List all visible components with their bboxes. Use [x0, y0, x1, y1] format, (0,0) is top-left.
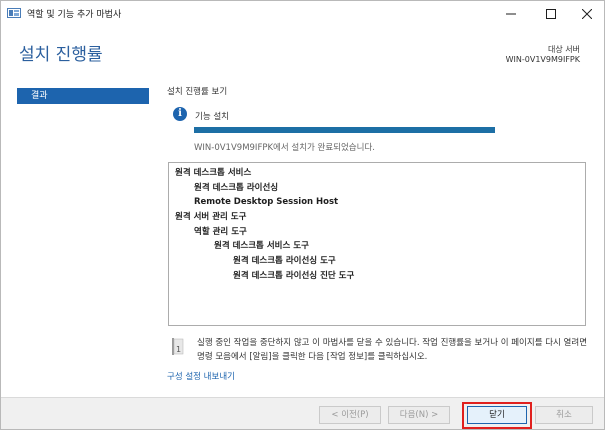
result-item: Remote Desktop Session Host [194, 197, 339, 208]
minimize-icon [506, 13, 516, 14]
close-window-button[interactable] [569, 1, 605, 26]
window-title: 역할 및 기능 추가 마법사 [27, 10, 122, 20]
result-item: 원격 데스크톱 라이선싱 도구 [233, 256, 336, 267]
next-button[interactable]: 다음(N) > [388, 406, 450, 424]
result-item: 원격 데스크톱 라이선싱 [194, 182, 279, 193]
install-progress-bar [194, 127, 495, 133]
wizard-footer: < 이전(P) 다음(N) > 닫기 취소 [1, 397, 604, 429]
result-item: 역할 관리 도구 [194, 226, 247, 237]
page-title: 설치 진행률 [19, 45, 103, 65]
note-flag-icon: 1 [172, 338, 184, 355]
maximize-button[interactable] [533, 1, 569, 26]
cancel-button[interactable]: 취소 [535, 406, 593, 424]
close-button[interactable]: 닫기 [467, 406, 527, 424]
results-page: 설치 진행률 보기 i 기능 설치 WIN-0V1V9M9IFPK에서 설치가 … [161, 77, 604, 397]
feature-install-label: 기능 설치 [195, 112, 229, 122]
target-server-label: 대상 서버 [548, 45, 580, 54]
export-config-link[interactable]: 구성 설정 내보내기 [167, 370, 235, 382]
wizard-window: 역할 및 기능 추가 마법사 설치 진행률 대상 서버 WIN-0V1V9M9I… [0, 0, 605, 430]
installed-features-list[interactable]: 원격 데스크톱 서비스원격 데스크톱 라이선싱 Remote Desktop Se… [168, 162, 586, 326]
info-icon: i [173, 107, 187, 121]
title-bar[interactable]: 역할 및 기능 추가 마법사 [1, 1, 604, 26]
wizard-note: 실행 중인 작업을 중단하지 않고 이 마법사를 닫을 수 있습니다. 작업 진… [197, 338, 588, 362]
result-item: 원격 데스크톱 서비스 [175, 168, 252, 178]
section-title: 설치 진행률 보기 [167, 87, 228, 97]
wizard-header: 설치 진행률 대상 서버 WIN-0V1V9M9IFPK [1, 26, 604, 77]
result-item: 원격 데스크톱 라이선싱 진단 도구 [233, 270, 355, 281]
previous-button[interactable]: < 이전(P) [319, 406, 381, 424]
close-icon [582, 8, 592, 19]
result-item: 원격 서버 관리 도구 [175, 212, 247, 223]
target-server-name: WIN-0V1V9M9IFPK [505, 55, 580, 64]
server-manager-icon [7, 8, 21, 18]
maximize-icon [546, 8, 556, 19]
nav-item-results[interactable]: 결과 [17, 88, 149, 104]
result-item: 원격 데스크톱 서비스 도구 [214, 241, 309, 252]
wizard-nav: 결과 [1, 77, 161, 397]
svg-text:1: 1 [176, 345, 181, 354]
minimize-button[interactable] [493, 1, 529, 26]
install-status-text: WIN-0V1V9M9IFPK에서 설치가 완료되었습니다. [194, 143, 375, 153]
progress-fill [194, 127, 495, 133]
